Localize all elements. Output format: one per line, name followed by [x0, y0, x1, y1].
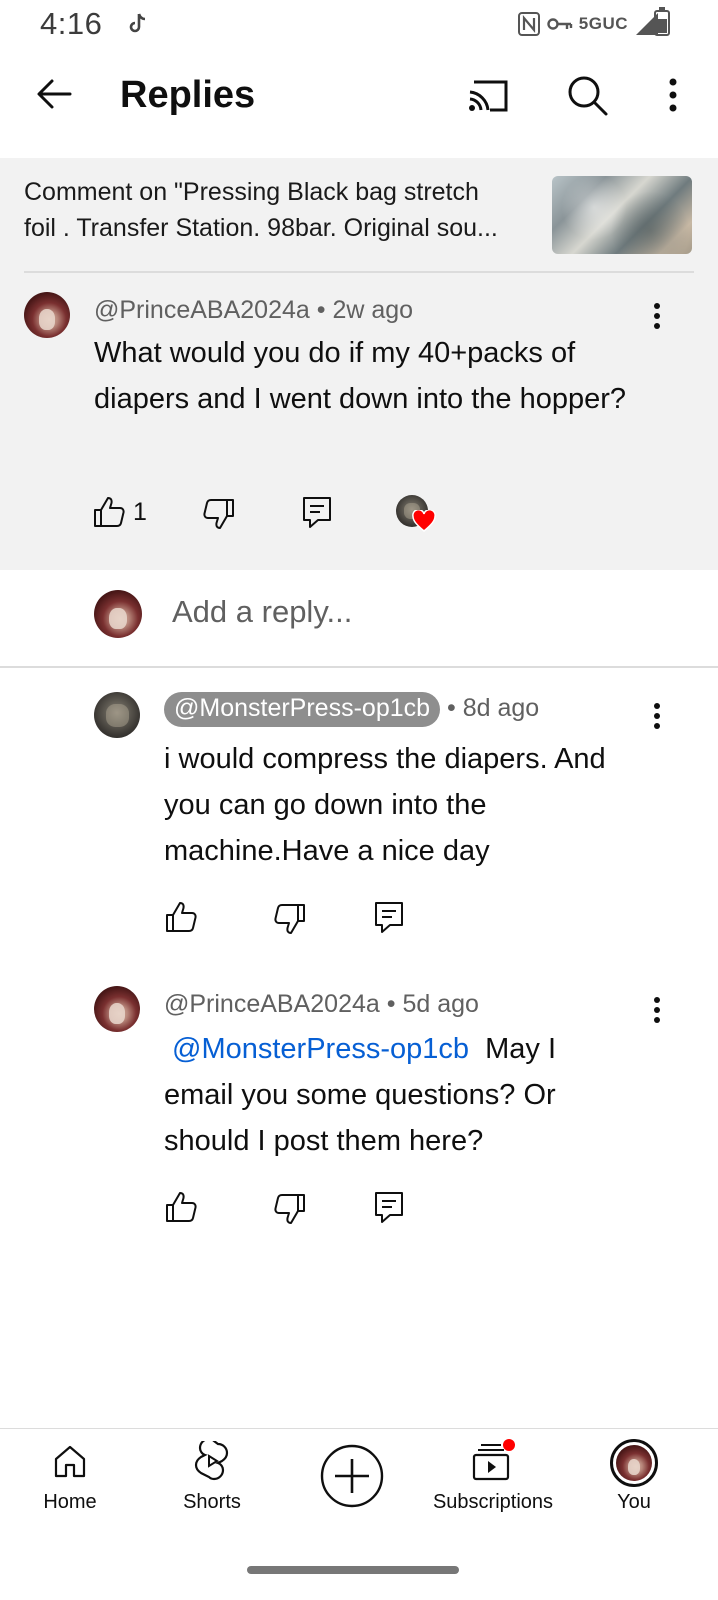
network-type: 5GUC [578, 14, 628, 33]
create-plus-icon [320, 1444, 384, 1508]
like-icon[interactable] [164, 900, 198, 934]
comment-more-icon[interactable] [641, 296, 673, 336]
home-icon [54, 1445, 86, 1478]
comment-meta: @MonsterPress-op1cb • 8d ago [164, 692, 539, 727]
add-reply-input[interactable]: Add a reply... [172, 594, 352, 630]
heart-icon [412, 510, 436, 532]
nav-home-label: Home [43, 1491, 97, 1513]
comment-time: 5d ago [402, 990, 479, 1018]
creator-handle-chip[interactable]: @MonsterPress-op1cb [164, 692, 441, 727]
meta-separator: • [446, 694, 456, 722]
nav-shorts-label: Shorts [183, 1491, 241, 1513]
you-avatar [616, 1445, 652, 1481]
status-time: 4:16 [40, 6, 103, 41]
comment-author[interactable]: @PrinceABA2024a [164, 990, 380, 1018]
like-count: 1 [133, 498, 147, 526]
dislike-icon[interactable] [273, 1192, 307, 1226]
video-thumbnail[interactable] [552, 176, 692, 254]
avatar[interactable] [94, 986, 140, 1032]
comment-meta: @PrinceABA2024a • 5d ago [164, 990, 479, 1019]
comment-text: i would compress the diapers. And you ca… [164, 743, 606, 867]
parent-comment-area: Comment on "Pressing Black bag stretch f… [0, 158, 718, 570]
add-reply-box[interactable]: Add a reply... [0, 570, 718, 668]
battery-icon [654, 7, 670, 36]
like-icon[interactable] [92, 495, 126, 529]
status-icons: 5GUC [517, 10, 660, 38]
bottom-nav: Home Shorts Subscriptions You [0, 1428, 718, 1600]
video-context[interactable]: Comment on "Pressing Black bag stretch f… [24, 174, 534, 246]
dislike-icon[interactable] [273, 902, 307, 936]
vpn-key-icon [547, 18, 572, 30]
comment-time: 2w ago [332, 296, 414, 324]
page-title: Replies [120, 74, 256, 116]
divider [24, 271, 694, 273]
like-icon[interactable] [164, 1190, 198, 1224]
reply-icon[interactable] [372, 900, 406, 934]
nav-subscriptions-label: Subscriptions [432, 1491, 554, 1513]
comment-more-icon[interactable] [641, 696, 673, 736]
nfc-icon [517, 12, 540, 36]
comment-text: @MonsterPress-op1cb May I email you some… [164, 1026, 624, 1164]
comment-more-icon[interactable] [641, 990, 673, 1030]
reply-icon[interactable] [300, 495, 334, 529]
home-indicator[interactable] [247, 1566, 459, 1574]
nav-subscriptions[interactable]: Subscriptions [413, 1429, 573, 1529]
reply-icon[interactable] [372, 1190, 406, 1224]
more-vert-icon[interactable] [650, 72, 696, 118]
nav-shorts[interactable]: Shorts [132, 1429, 292, 1529]
dislike-icon[interactable] [202, 497, 236, 531]
video-context-line2: foil . Transfer Station. 98bar. Original… [24, 214, 498, 242]
comment-meta: @PrinceABA2024a • 2w ago [94, 296, 413, 325]
search-icon[interactable] [564, 72, 610, 118]
comment-time: 8d ago [462, 694, 540, 722]
nav-create[interactable] [318, 1429, 388, 1508]
comment-author[interactable]: @PrinceABA2024a [94, 296, 310, 324]
current-user-avatar [94, 590, 142, 638]
avatar[interactable] [24, 292, 70, 338]
app-bar: Replies [0, 52, 718, 138]
shorts-icon [194, 1441, 229, 1481]
cast-icon[interactable] [466, 72, 512, 118]
meta-separator: • [386, 990, 396, 1018]
nav-home[interactable]: Home [0, 1429, 150, 1529]
back-arrow-icon[interactable] [30, 70, 78, 118]
meta-separator: • [316, 296, 326, 324]
nav-you[interactable]: You [554, 1429, 714, 1529]
subscriptions-icon [472, 1439, 515, 1481]
tiktok-notification-icon [129, 13, 146, 33]
status-bar: 4:16 5GUC [0, 0, 718, 50]
comment-text: What would you do if my 40+packs of diap… [94, 337, 627, 415]
you-avatar-ring [610, 1439, 658, 1487]
avatar[interactable] [94, 692, 140, 738]
divider [0, 666, 718, 668]
nav-you-label: You [617, 1491, 651, 1513]
mention-link[interactable]: @MonsterPress-op1cb [172, 1033, 469, 1065]
video-context-line1: Comment on "Pressing Black bag stretch [24, 178, 479, 206]
